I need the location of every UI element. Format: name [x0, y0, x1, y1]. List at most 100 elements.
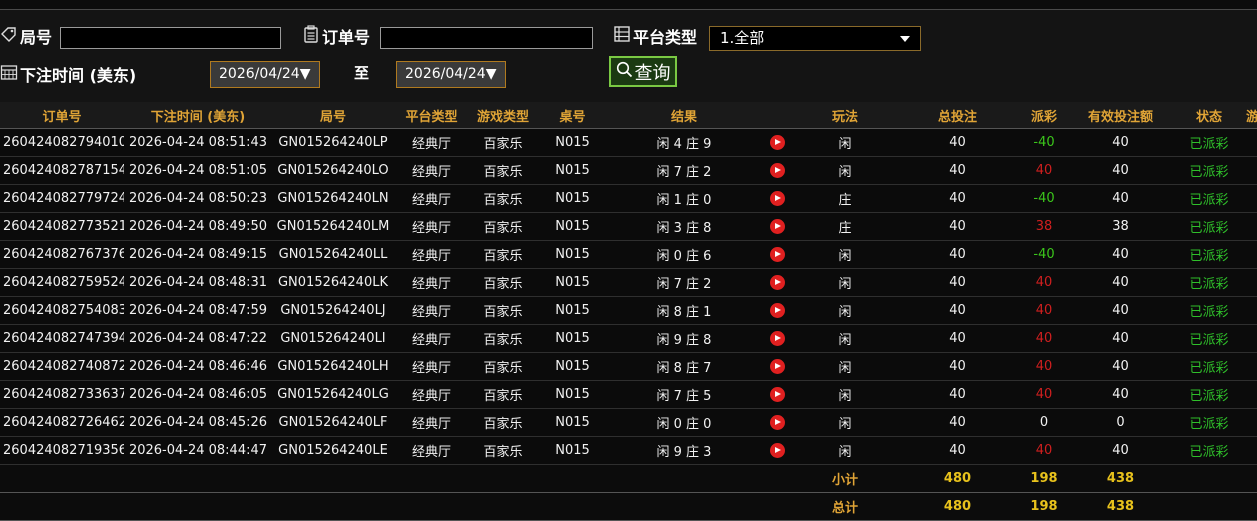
play-icon[interactable]: [769, 359, 785, 374]
play-icon[interactable]: [769, 191, 785, 206]
status-cell: 已派彩: [1172, 128, 1246, 157]
summary-cell: [124, 464, 272, 493]
platform-label-text: 平台类型: [633, 28, 698, 47]
status-cell: 已派彩: [1172, 268, 1246, 297]
game-type-cell: 百家乐: [469, 408, 537, 437]
summary-total-bet: 480: [896, 492, 1019, 521]
game-type-cell: 百家乐: [469, 156, 537, 185]
table-row[interactable]: 260424082740872 2026-04-24 08:46:46 GN0152…: [0, 352, 1257, 381]
replay-cell: [760, 380, 794, 409]
summary-payout: 198: [1019, 464, 1069, 493]
play-icon[interactable]: [769, 275, 785, 290]
col-header[interactable]: 状态: [1172, 102, 1246, 129]
valid-bet-cell: 40: [1069, 324, 1172, 353]
summary-cell: [1172, 492, 1246, 521]
round-input[interactable]: [60, 27, 281, 49]
date-to-picker[interactable]: 2026/04/24▼: [396, 61, 506, 88]
play-icon[interactable]: [769, 331, 785, 346]
round-id-cell: GN015264240LM: [272, 212, 394, 241]
table-no-cell: N015: [537, 268, 608, 297]
order-id-cell: 260424082726462: [0, 408, 124, 437]
table-row[interactable]: 260424082779724 2026-04-24 08:50:23 GN0152…: [0, 184, 1257, 213]
order-input[interactable]: [380, 27, 593, 49]
col-header[interactable]: 订单号: [0, 102, 124, 129]
table-row[interactable]: 260424082773521 2026-04-24 08:49:50 GN0152…: [0, 212, 1257, 241]
col-header[interactable]: 下注时间 (美东): [124, 102, 272, 129]
table-row[interactable]: 260424082726462 2026-04-24 08:45:26 GN0152…: [0, 408, 1257, 437]
query-button[interactable]: 查询: [609, 56, 677, 87]
bet-option-cell: 闲: [794, 268, 896, 297]
platform-cell: 经典厅: [394, 296, 469, 325]
bet-time-cell: 2026-04-24 08:44:47: [124, 436, 272, 465]
total-bet-cell: 40: [896, 240, 1019, 269]
table-row[interactable]: 260424082759524 2026-04-24 08:48:31 GN0152…: [0, 268, 1257, 297]
table-row[interactable]: 260424082794010 2026-04-24 08:51:43 GN0152…: [0, 128, 1257, 157]
play-icon[interactable]: [769, 163, 785, 178]
replay-cell: [760, 296, 794, 325]
table-no-cell: N015: [537, 296, 608, 325]
table-no-cell: N015: [537, 436, 608, 465]
col-header[interactable]: 玩法: [794, 102, 896, 129]
col-header[interactable]: 游戏类型: [469, 102, 537, 129]
table-no-cell: N015: [537, 156, 608, 185]
game-cell: [1246, 380, 1257, 409]
bet-records-table: 订单号 下注时间 (美东) 局号 平台类型 游戏类型 桌号 结果 玩法 总投注 …: [0, 102, 1257, 521]
play-icon[interactable]: [769, 387, 785, 402]
status-cell: 已派彩: [1172, 240, 1246, 269]
query-button-label: 查询: [634, 62, 671, 84]
col-header[interactable]: 派彩: [1019, 102, 1069, 129]
game-cell: [1246, 352, 1257, 381]
table-row[interactable]: 260424082719356 2026-04-24 08:44:47 GN0152…: [0, 436, 1257, 465]
bet-time-cell: 2026-04-24 08:46:05: [124, 380, 272, 409]
result-cell: 闲 3 庄 8: [608, 212, 760, 241]
play-icon[interactable]: [769, 303, 785, 318]
status-cell: 已派彩: [1172, 156, 1246, 185]
table-no-cell: N015: [537, 128, 608, 157]
col-header[interactable]: 平台类型: [394, 102, 469, 129]
total-bet-cell: 40: [896, 408, 1019, 437]
payout-cell: -40: [1019, 184, 1069, 213]
play-icon[interactable]: [769, 247, 785, 262]
game-cell: [1246, 156, 1257, 185]
result-cell: 闲 9 庄 8: [608, 324, 760, 353]
valid-bet-cell: 40: [1069, 296, 1172, 325]
table-row[interactable]: 260424082733637 2026-04-24 08:46:05 GN0152…: [0, 380, 1257, 409]
bet-time-cell: 2026-04-24 08:46:46: [124, 352, 272, 381]
platform-selected-value: 1.全部: [720, 29, 765, 47]
order-id-cell: 260424082794010: [0, 128, 124, 157]
payout-cell: 40: [1019, 380, 1069, 409]
col-header[interactable]: 游戏: [1246, 102, 1257, 129]
table-no-cell: N015: [537, 380, 608, 409]
valid-bet-cell: 38: [1069, 212, 1172, 241]
valid-bet-cell: 40: [1069, 268, 1172, 297]
col-header[interactable]: 结果: [608, 102, 760, 129]
summary-valid-bet: 438: [1069, 464, 1172, 493]
col-header[interactable]: 桌号: [537, 102, 608, 129]
play-icon[interactable]: [769, 415, 785, 430]
result-cell: 闲 1 庄 0: [608, 184, 760, 213]
table-row[interactable]: 260424082747394 2026-04-24 08:47:22 GN0152…: [0, 324, 1257, 353]
round-label-text: 局号: [20, 28, 53, 47]
col-header[interactable]: 局号: [272, 102, 394, 129]
play-icon[interactable]: [769, 219, 785, 234]
bet-option-cell: 闲: [794, 128, 896, 157]
game-type-cell: 百家乐: [469, 436, 537, 465]
bet-time-cell: 2026-04-24 08:49:15: [124, 240, 272, 269]
table-row[interactable]: 260424082787154 2026-04-24 08:51:05 GN0152…: [0, 156, 1257, 185]
play-icon[interactable]: [769, 135, 785, 150]
play-icon[interactable]: [769, 443, 785, 458]
platform-select[interactable]: 1.全部: [709, 26, 921, 51]
platform-label: 平台类型: [613, 24, 697, 48]
replay-cell: [760, 212, 794, 241]
col-header[interactable]: 总投注: [896, 102, 1019, 129]
table-row[interactable]: 260424082767376 2026-04-24 08:49:15 GN0152…: [0, 240, 1257, 269]
valid-bet-cell: 40: [1069, 436, 1172, 465]
date-from-picker[interactable]: 2026/04/24▼: [210, 61, 320, 88]
col-header[interactable]: 有效投注额: [1069, 102, 1172, 129]
table-header-row: 订单号 下注时间 (美东) 局号 平台类型 游戏类型 桌号 结果 玩法 总投注 …: [0, 102, 1257, 129]
payout-cell: 40: [1019, 296, 1069, 325]
platform-cell: 经典厅: [394, 128, 469, 157]
result-cell: 闲 9 庄 3: [608, 436, 760, 465]
game-type-cell: 百家乐: [469, 240, 537, 269]
table-row[interactable]: 260424082754083 2026-04-24 08:47:59 GN0152…: [0, 296, 1257, 325]
